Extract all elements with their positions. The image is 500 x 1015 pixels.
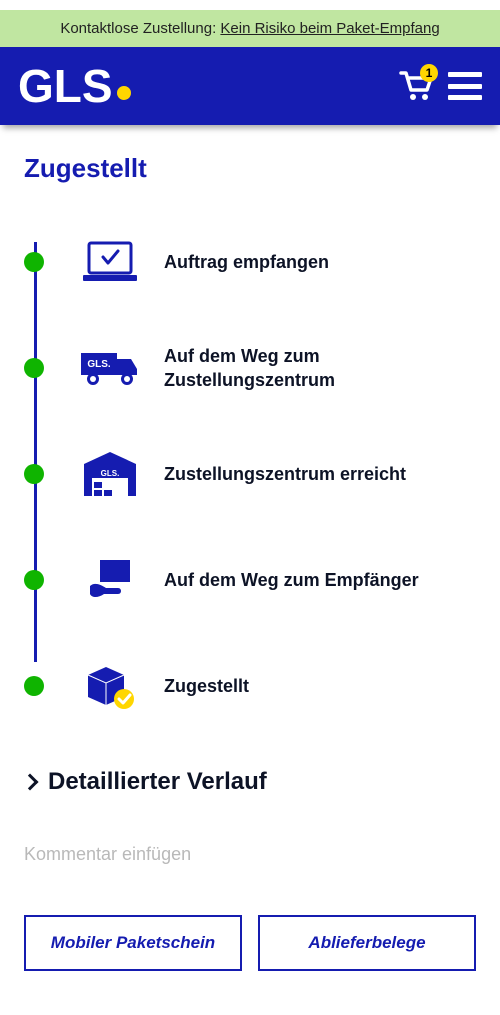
timeline-step: GLS. Zustellungszentrum erreicht	[50, 442, 476, 506]
app-header: GLS 1	[0, 47, 500, 125]
info-banner: Kontaktlose Zustellung: Kein Risiko beim…	[0, 0, 500, 47]
main-content: Zugestellt Auftrag empfangen	[0, 125, 500, 1001]
package-delivered-icon	[78, 663, 142, 709]
timeline-step-label: Zustellungszentrum erreicht	[164, 462, 406, 486]
laptop-check-icon	[78, 241, 142, 283]
timeline-step-label: Zugestellt	[164, 674, 249, 698]
truck-icon: GLS.	[78, 349, 142, 387]
timeline: Auftrag empfangen GLS. Auf dem Weg zum Z…	[24, 230, 476, 718]
timeline-step: Auftrag empfangen	[50, 230, 476, 294]
timeline-step-label: Auf dem Weg zum Zustellungszentrum	[164, 344, 476, 393]
cart-button[interactable]: 1	[396, 66, 436, 106]
timeline-step-label: Auf dem Weg zum Empfänger	[164, 568, 419, 592]
timeline-step: GLS. Auf dem Weg zum Zustellungszentrum	[50, 336, 476, 400]
svg-text:GLS.: GLS.	[87, 359, 111, 370]
banner-link[interactable]: Kein Risiko beim Paket-Empfang	[220, 20, 439, 37]
comment-input[interactable]	[24, 844, 476, 865]
banner-prefix: Kontaktlose Zustellung:	[60, 20, 220, 37]
logo-text: GLS	[18, 59, 113, 113]
cart-badge: 1	[420, 64, 438, 82]
logo-dot-icon	[117, 86, 131, 100]
chevron-right-icon	[22, 774, 39, 791]
action-buttons: Mobiler Paketschein Ablieferbelege	[24, 915, 476, 971]
timeline-step: Zugestellt	[50, 654, 476, 718]
gls-logo[interactable]: GLS	[18, 59, 131, 113]
menu-button[interactable]	[448, 72, 482, 100]
detailed-history-toggle[interactable]: Detaillierter Verlauf	[24, 768, 476, 796]
timeline-step-label: Auftrag empfangen	[164, 250, 329, 274]
detailed-history-label: Detaillierter Verlauf	[48, 768, 267, 796]
hand-package-icon	[78, 558, 142, 602]
warehouse-icon: GLS.	[78, 450, 142, 498]
mobile-parcel-slip-button[interactable]: Mobiler Paketschein	[24, 915, 242, 971]
timeline-step: Auf dem Weg zum Empfänger	[50, 548, 476, 612]
proof-of-delivery-button[interactable]: Ablieferbelege	[258, 915, 476, 971]
svg-text:GLS.: GLS.	[101, 469, 120, 478]
page-title: Zugestellt	[24, 153, 476, 184]
